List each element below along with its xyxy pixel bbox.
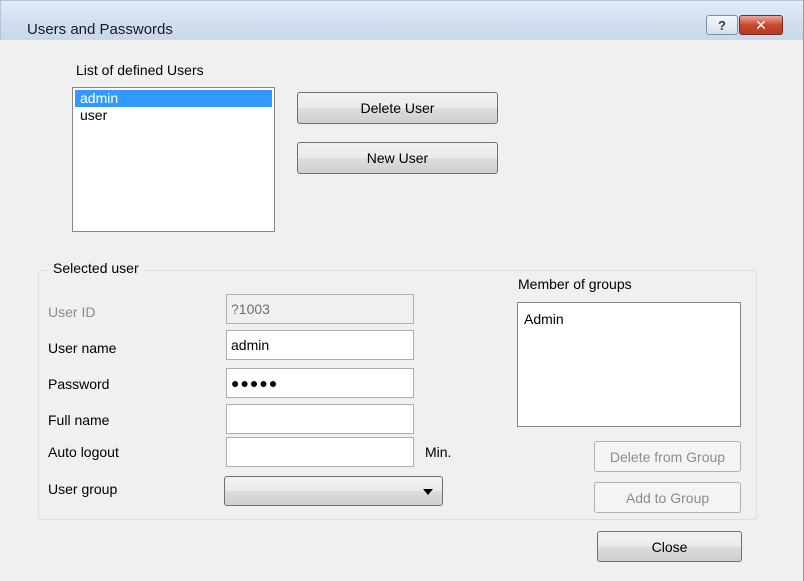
user-name-field[interactable]: admin xyxy=(226,330,414,360)
password-label: Password xyxy=(48,376,110,392)
close-button[interactable]: Close xyxy=(597,531,742,562)
question-mark-icon: ? xyxy=(718,17,726,33)
user-group-dropdown[interactable] xyxy=(224,476,443,506)
user-group-label: User group xyxy=(48,481,118,497)
password-field[interactable]: ●●●●● xyxy=(226,368,414,398)
selected-user-legend: Selected user xyxy=(48,260,144,276)
auto-logout-field[interactable] xyxy=(226,437,414,467)
member-of-groups-label: Member of groups xyxy=(518,276,632,292)
close-icon: ✕ xyxy=(755,16,767,33)
user-id-label: User ID xyxy=(48,304,96,320)
chevron-down-icon xyxy=(423,489,433,495)
title-bar[interactable]: Users and Passwords ? ✕ xyxy=(0,0,803,40)
auto-logout-label: Auto logout xyxy=(48,444,119,460)
add-to-group-button[interactable]: Add to Group xyxy=(594,482,741,513)
group-list-item-admin[interactable]: Admin xyxy=(520,311,738,328)
auto-logout-unit: Min. xyxy=(425,444,452,460)
users-listbox[interactable]: admin user xyxy=(72,87,275,232)
delete-user-button[interactable]: Delete User xyxy=(297,92,498,124)
full-name-label: Full name xyxy=(48,412,110,428)
delete-from-group-button[interactable]: Delete from Group xyxy=(594,441,741,472)
user-list-item-admin[interactable]: admin xyxy=(75,90,272,107)
user-id-field: ?1003 xyxy=(226,294,414,324)
help-button[interactable]: ? xyxy=(706,15,738,35)
window-close-button[interactable]: ✕ xyxy=(739,15,783,35)
users-and-passwords-dialog: Users and Passwords ? ✕ List of defined … xyxy=(0,0,804,581)
member-of-groups-listbox[interactable]: Admin xyxy=(517,302,741,427)
window-title: Users and Passwords xyxy=(27,21,173,38)
new-user-button[interactable]: New User xyxy=(297,142,498,174)
users-list-label: List of defined Users xyxy=(76,62,204,78)
full-name-field[interactable] xyxy=(226,404,414,434)
user-name-label: User name xyxy=(48,340,117,356)
user-list-item-user[interactable]: user xyxy=(75,107,272,124)
